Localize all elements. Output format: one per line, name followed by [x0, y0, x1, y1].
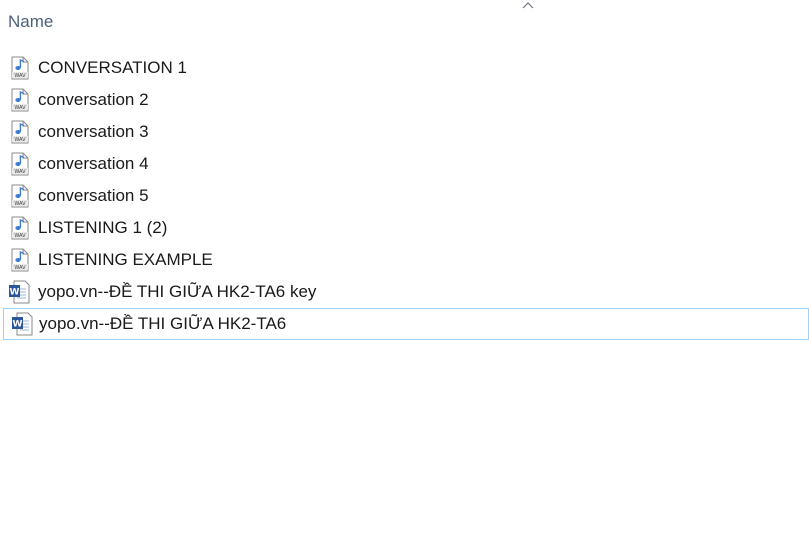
word-document-icon: W: [9, 280, 30, 304]
file-row[interactable]: W yopo.vn--ĐỀ THI GIỮA HK2-TA6 key: [0, 276, 809, 308]
file-name: LISTENING 1 (2): [38, 218, 168, 237]
file-row[interactable]: WAV CONVERSATION 1: [0, 52, 809, 84]
file-name: yopo.vn--ĐỀ THI GIỮA HK2-TA6 key: [38, 282, 317, 301]
name-column-header[interactable]: Name: [8, 12, 53, 32]
svg-text:WAV: WAV: [14, 169, 26, 175]
wav-audio-icon: WAV: [11, 56, 29, 80]
file-row[interactable]: WAV LISTENING EXAMPLE: [0, 244, 809, 276]
wav-audio-icon: WAV: [11, 248, 29, 272]
svg-text:WAV: WAV: [14, 105, 26, 111]
svg-text:W: W: [13, 320, 23, 330]
file-row[interactable]: WAV conversation 4: [0, 148, 809, 180]
file-name: conversation 5: [38, 186, 149, 205]
file-name: conversation 4: [38, 154, 149, 173]
svg-text:WAV: WAV: [14, 201, 26, 207]
file-name: conversation 3: [38, 122, 149, 141]
file-row-selected[interactable]: W yopo.vn--ĐỀ THI GIỮA HK2-TA6: [3, 308, 809, 340]
svg-text:WAV: WAV: [14, 137, 26, 143]
wav-audio-icon: WAV: [11, 184, 29, 208]
svg-text:WAV: WAV: [14, 233, 26, 239]
file-list: WAV CONVERSATION 1 WAV conversation 2 WA…: [0, 52, 809, 340]
svg-text:W: W: [10, 288, 20, 298]
file-name: CONVERSATION 1: [38, 58, 187, 77]
wav-audio-icon: WAV: [11, 88, 29, 112]
file-row[interactable]: WAV conversation 5: [0, 180, 809, 212]
wav-audio-icon: WAV: [11, 152, 29, 176]
file-row[interactable]: WAV conversation 2: [0, 84, 809, 116]
chevron-up-icon: [522, 2, 534, 9]
word-document-icon: W: [12, 312, 33, 336]
file-name: conversation 2: [38, 90, 149, 109]
file-explorer-pane: Name WAV CONVERSATION 1 WAV conversation…: [0, 0, 809, 543]
file-row[interactable]: WAV LISTENING 1 (2): [0, 212, 809, 244]
svg-text:WAV: WAV: [14, 73, 26, 79]
file-name: yopo.vn--ĐỀ THI GIỮA HK2-TA6: [39, 314, 287, 333]
column-header: Name: [0, 0, 809, 44]
wav-audio-icon: WAV: [11, 216, 29, 240]
wav-audio-icon: WAV: [11, 120, 29, 144]
file-row[interactable]: WAV conversation 3: [0, 116, 809, 148]
file-name: LISTENING EXAMPLE: [38, 250, 213, 269]
svg-text:WAV: WAV: [14, 265, 26, 271]
